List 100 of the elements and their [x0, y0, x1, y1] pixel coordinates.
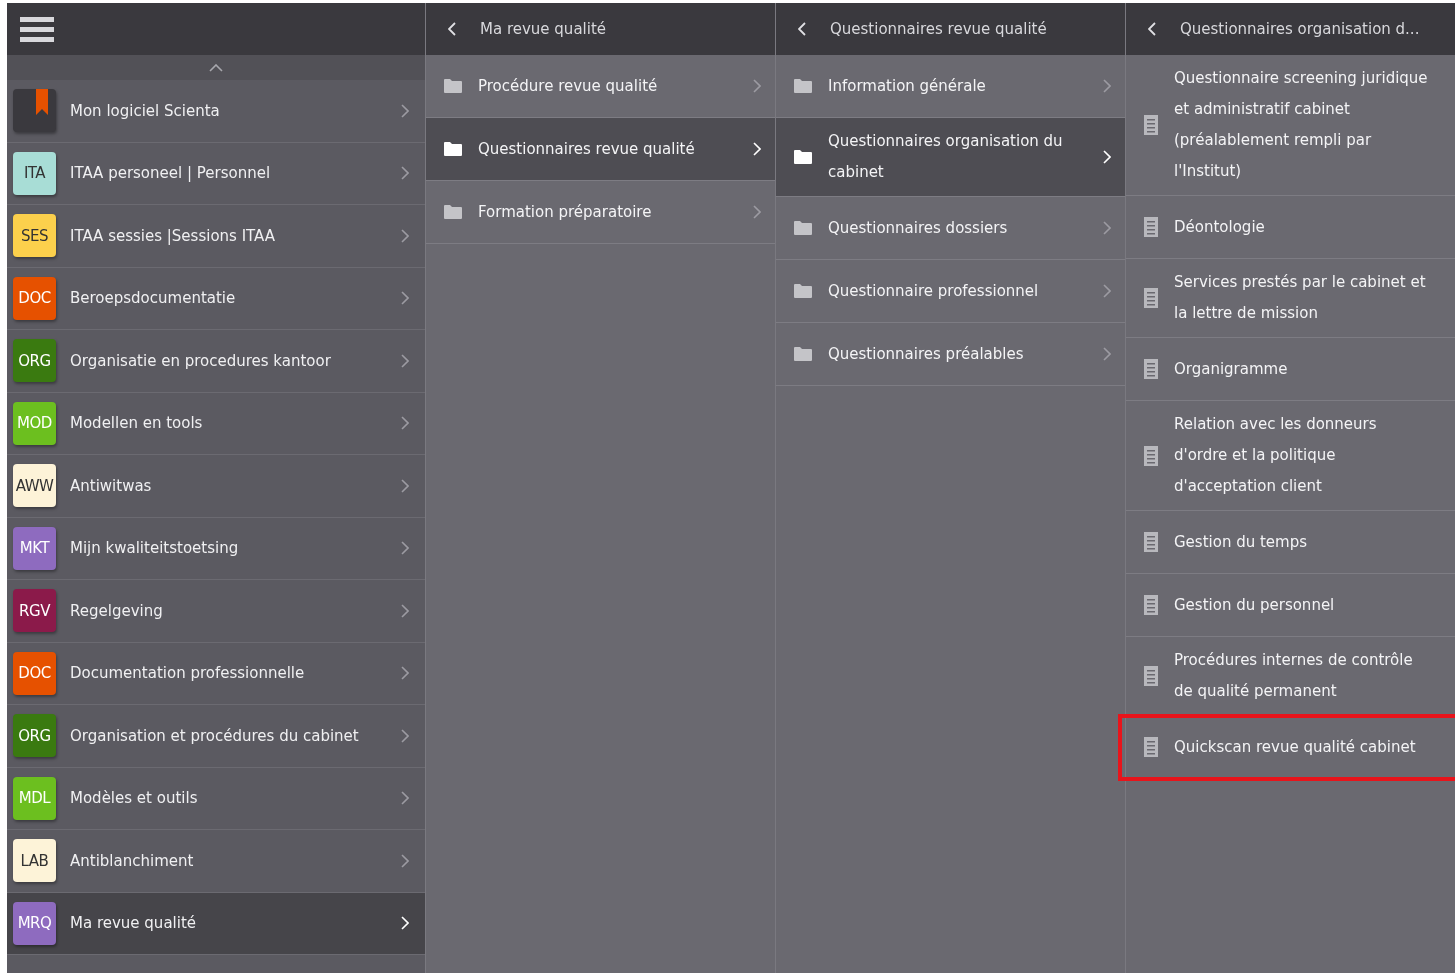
sidebar-item[interactable]: Mon logiciel Scienta [7, 80, 425, 143]
document-item[interactable]: Gestion du temps [1126, 511, 1455, 574]
sidebar-item[interactable]: ORG Organisatie en procedures kantoor [7, 330, 425, 393]
document-item[interactable]: Services prestés par le cabinet et la lettre de mission [1126, 259, 1455, 338]
item-label: Mon logiciel Scienta [70, 101, 221, 120]
sidebar-item[interactable]: MDL Modèles et outils [7, 767, 425, 830]
folder-item[interactable]: Questionnaire professionnel [776, 260, 1125, 323]
document-item[interactable]: Déontologie [1126, 196, 1455, 259]
document-item[interactable]: Quickscan revue qualité cabinet [1120, 716, 1455, 779]
folder-icon [794, 284, 812, 298]
folder-icon [444, 79, 462, 93]
sidebar-item[interactable]: RGV Regelgeving [7, 580, 425, 643]
document-icon [1144, 359, 1158, 379]
folder-icon [794, 150, 812, 164]
item-label: Ma revue qualité [70, 914, 197, 933]
sidebar-item[interactable]: MKT Mijn kwaliteitstoetsing [7, 517, 425, 580]
item-label: Documentation professionnelle [70, 664, 306, 683]
app-badge: MKT [13, 526, 56, 570]
chevron-right-icon [401, 291, 409, 306]
app-badge: DOC [13, 276, 56, 320]
app-badge: LAB [13, 839, 56, 883]
document-icon [1144, 595, 1158, 615]
chevron-right-icon [401, 603, 409, 618]
document-item[interactable]: Procédures internes de contrôle de qualité permanent [1126, 637, 1455, 716]
document-item[interactable]: Relation avec les donneurs d'ordre et la politique d'acceptation client [1126, 401, 1455, 511]
app-badge: MDL [13, 776, 56, 820]
folder-item[interactable]: Questionnaires dossiers [776, 197, 1125, 260]
back-button[interactable]: Questionnaires revue qualité [776, 3, 1125, 55]
folder-item[interactable]: Questionnaires revue qualité [426, 118, 775, 181]
item-label: Antiblanchiment [70, 851, 195, 870]
chevron-right-icon [1103, 284, 1111, 298]
chevron-right-icon [401, 853, 409, 868]
folder-icon [444, 205, 462, 219]
item-label: Modèles et outils [70, 789, 199, 808]
sidebar-item[interactable]: AWW Antiwitwas [7, 455, 425, 518]
document-item[interactable]: Questionnaire screening juridique et administratif cabinet (préalablement rempli par l'Institut) [1126, 55, 1455, 196]
item-label: Organisatie en procedures kantoor [70, 351, 332, 370]
document-icon [1144, 737, 1158, 757]
sidebar-item[interactable]: ORG Organisation et procédures du cabinet [7, 705, 425, 768]
document-icon [1144, 532, 1158, 552]
document-icon [1144, 288, 1158, 308]
chevron-right-icon [401, 353, 409, 368]
folder-icon [444, 142, 462, 156]
app-badge: MOD [13, 401, 56, 445]
item-label: Modellen en tools [70, 414, 204, 433]
chevron-right-icon [753, 205, 761, 219]
app-badge: ITA [13, 151, 56, 195]
chevron-right-icon [401, 916, 409, 931]
chevron-right-icon [753, 79, 761, 93]
document-icon [1144, 217, 1158, 237]
chevron-up-icon [209, 63, 223, 72]
folder-item[interactable]: Formation préparatoire [426, 181, 775, 244]
sidebar-item[interactable]: ITA ITAA personeel | Personnel [7, 142, 425, 205]
back-button[interactable]: Questionnaires organisation d... [1126, 3, 1455, 55]
app-badge: MRQ [13, 901, 56, 945]
chevron-right-icon [401, 666, 409, 681]
chevron-right-icon [753, 142, 761, 156]
chevron-right-icon [1103, 150, 1111, 164]
document-icon [1144, 445, 1158, 466]
app-badge: ORG [13, 339, 56, 383]
document-item[interactable]: Organigramme [1126, 338, 1455, 401]
back-button[interactable]: Ma revue qualité [426, 3, 775, 55]
bookmark-icon [36, 89, 48, 116]
item-label: Antiwitwas [70, 476, 153, 495]
app-badge: DOC [13, 651, 56, 695]
folder-icon [794, 221, 812, 235]
item-label: Mijn kwaliteitstoetsing [70, 539, 240, 558]
sidebar-item[interactable]: DOC Beroepsdocumentatie [7, 267, 425, 330]
item-label: Regelgeving [70, 601, 164, 620]
chevron-right-icon [401, 166, 409, 181]
app-badge: ORG [13, 714, 56, 758]
item-label: Organisation et procédures du cabinet [70, 726, 360, 745]
sidebar-item[interactable]: MRQ Ma revue qualité [7, 892, 425, 955]
document-icon [1144, 115, 1158, 135]
chevron-right-icon [1103, 221, 1111, 235]
chevron-left-icon [798, 22, 806, 36]
item-label: Beroepsdocumentatie [70, 289, 237, 308]
app-badge: RGV [13, 589, 56, 633]
document-icon [1144, 666, 1158, 686]
chevron-right-icon [401, 416, 409, 431]
menu-button[interactable] [20, 15, 54, 43]
document-item[interactable]: Gestion du personnel [1126, 574, 1455, 637]
chevron-right-icon [1103, 347, 1111, 361]
menu-icon [20, 15, 54, 43]
chevron-left-icon [448, 22, 456, 36]
chevron-right-icon [401, 728, 409, 743]
sidebar-item[interactable]: LAB Antiblanchiment [7, 830, 425, 893]
folder-item[interactable]: Questionnaires organisation du cabinet [776, 118, 1125, 197]
sidebar-item[interactable]: SES ITAA sessies |Sessions ITAA [7, 205, 425, 268]
sidebar-item[interactable]: DOC Documentation professionnelle [7, 642, 425, 705]
chevron-right-icon [1103, 79, 1111, 93]
folder-item[interactable]: Questionnaires préalables [776, 323, 1125, 386]
app-badge: AWW [13, 464, 56, 508]
item-label: ITAA personeel | Personnel [70, 164, 272, 183]
chevron-right-icon [401, 103, 409, 118]
item-label: ITAA sessies |Sessions ITAA [70, 226, 276, 245]
app-badge: SES [13, 214, 56, 258]
chevron-left-icon [1148, 22, 1156, 36]
sidebar-item[interactable]: MOD Modellen en tools [7, 392, 425, 455]
chevron-right-icon [401, 228, 409, 243]
